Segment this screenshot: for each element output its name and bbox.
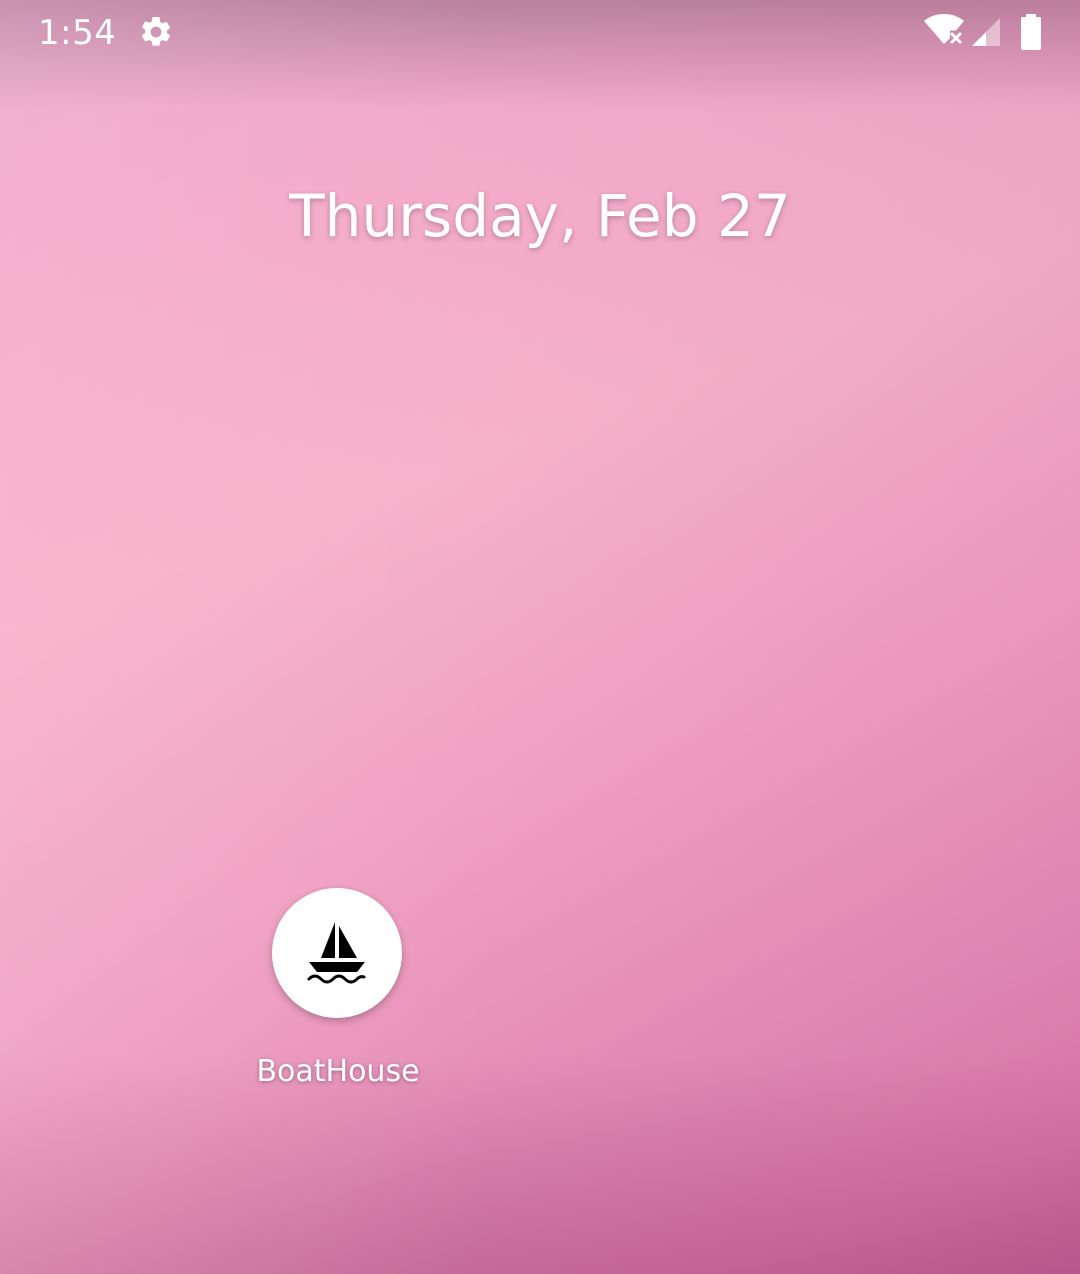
app-icon-background[interactable] — [272, 888, 402, 1018]
app-label: BoatHouse — [256, 1054, 420, 1089]
gear-icon — [141, 16, 171, 46]
status-bar: 1:54 — [0, 0, 1080, 66]
cell-signal-icon — [972, 18, 1000, 46]
status-clock: 1:54 — [38, 13, 117, 53]
home-date[interactable]: Thursday, Feb 27 — [0, 178, 1080, 254]
sailboat-icon — [307, 922, 366, 984]
app-boathouse[interactable]: BoatHouse — [238, 886, 438, 1096]
wifi-no-internet-icon — [924, 14, 964, 44]
battery-full-icon — [1021, 14, 1041, 50]
